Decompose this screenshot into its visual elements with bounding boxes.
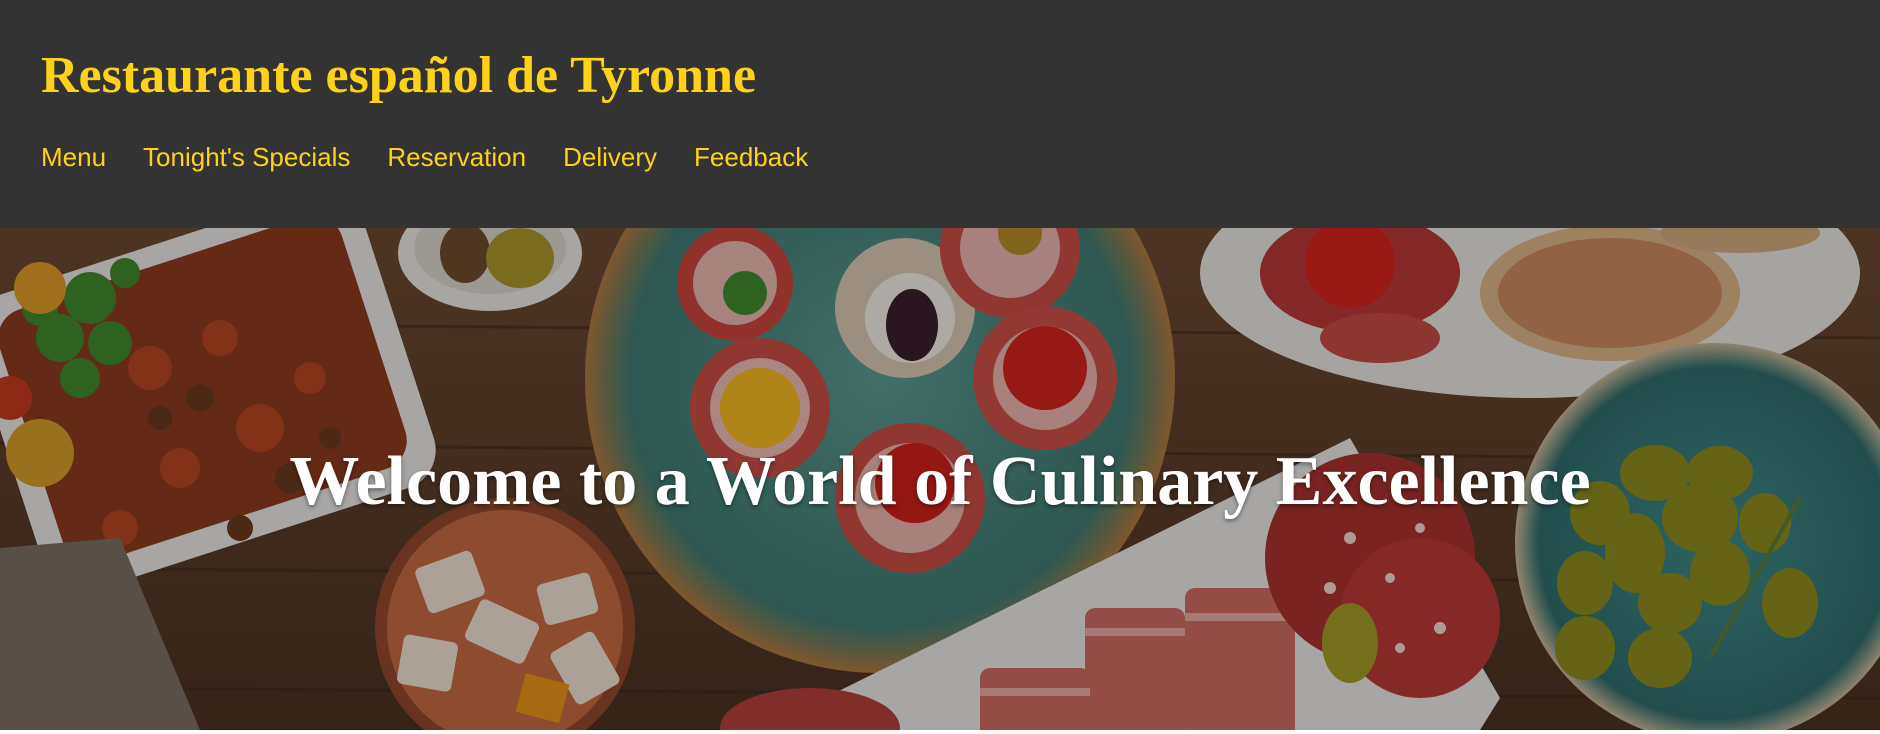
nav-link-tonights-specials[interactable]: Tonight's Specials <box>143 140 350 174</box>
divider <box>0 730 1880 734</box>
main-nav: Menu Tonight's Specials Reservation Deli… <box>41 140 845 174</box>
nav-link-delivery[interactable]: Delivery <box>563 140 657 174</box>
nav-link-reservation[interactable]: Reservation <box>387 140 526 174</box>
nav-link-menu[interactable]: Menu <box>41 140 106 174</box>
hero-banner: Welcome to a World of Culinary Excellenc… <box>0 228 1880 730</box>
hero-heading: Welcome to a World of Culinary Excellenc… <box>289 443 1591 520</box>
nav-link-feedback[interactable]: Feedback <box>694 140 808 174</box>
site-header: Restaurante español de Tyronne Menu Toni… <box>0 0 1880 228</box>
site-title: Restaurante español de Tyronne <box>41 47 757 104</box>
